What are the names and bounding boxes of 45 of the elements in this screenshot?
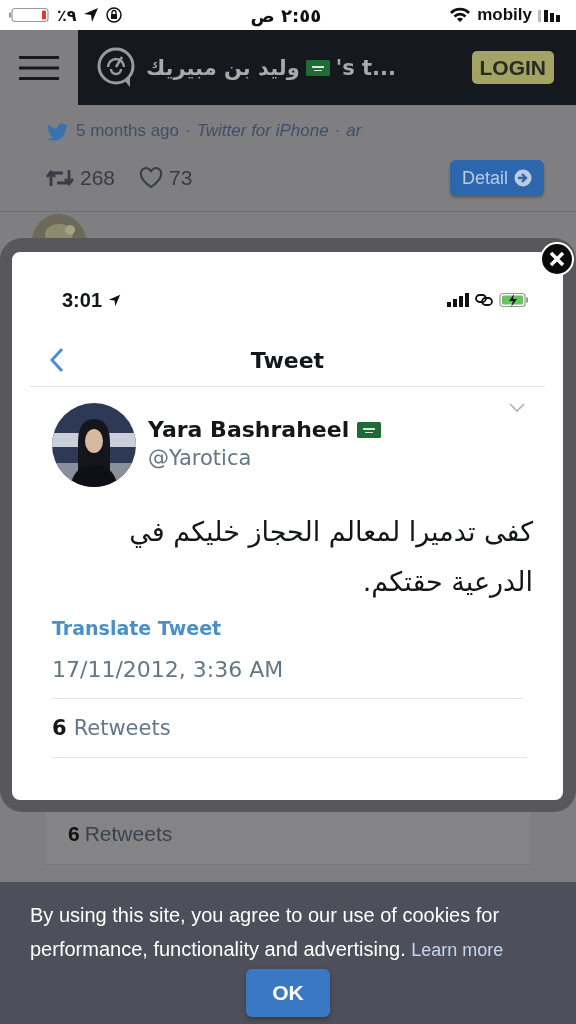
ok-button[interactable]: OK (246, 969, 330, 1017)
tweet-text: كفى تدميرا لمعالم الحجاز خليكم في الدرعية حقتكم. (128, 515, 533, 600)
menu-icon[interactable] (19, 54, 59, 81)
detail-button[interactable]: Detail (449, 160, 544, 196)
tweet-timestamp: 17/11/2012, 3:36 AM (52, 657, 523, 699)
nav-title: Tweet (250, 347, 325, 373)
close-icon[interactable] (540, 242, 574, 276)
battery-icon (9, 7, 51, 23)
author-name: Yara Bashraheel (148, 417, 350, 442)
login-button[interactable]: LOGIN (471, 51, 554, 84)
retweet-count: 268 (80, 166, 116, 190)
like-count: 73 (169, 166, 193, 190)
heart-icon (139, 167, 164, 189)
flag-icon (357, 421, 382, 438)
cookie-message: By using this site, you agree to our use of cookies for performance, functionality and advertising. Learn more (30, 903, 505, 962)
page-title-suffix: 's t... (335, 55, 396, 80)
translate-link[interactable]: Translate Tweet (52, 617, 523, 639)
retweet-count: 6 (68, 821, 80, 845)
learn-more-link[interactable]: Learn more (411, 940, 504, 960)
link-icon (475, 292, 493, 308)
clock-time: 3:01 (62, 288, 103, 312)
signal-bars-icon (447, 293, 469, 307)
author-handle: @Yarotica (148, 446, 253, 470)
separator-dot: · (334, 121, 341, 141)
flag-icon (305, 59, 330, 76)
page-title-name: وليد بن مبيريك (146, 55, 300, 80)
location-arrow-icon (82, 7, 99, 23)
retweets-label: Retweets (73, 716, 171, 740)
post-time: 5 months ago (76, 121, 179, 141)
location-arrow-icon (108, 293, 122, 307)
language-code: ar (346, 121, 362, 141)
separator-dot: · (185, 121, 191, 141)
retweet-count: 6 (52, 716, 67, 740)
retweets-label: Retweets (84, 821, 173, 845)
carrier-name: mobily (477, 5, 532, 25)
battery-percentage: ٩٪ (57, 5, 77, 25)
charging-battery-icon (499, 292, 529, 308)
wifi-icon (449, 7, 472, 23)
retweet-icon (46, 168, 74, 188)
back-chevron-icon[interactable] (50, 347, 64, 373)
arrow-circle-icon (514, 169, 532, 187)
source-app: Twitter for iPhone (196, 121, 329, 141)
clock-time: ٢:٥٥ ص (250, 4, 322, 26)
rotation-lock-icon (104, 6, 123, 24)
bird-icon (46, 121, 70, 141)
